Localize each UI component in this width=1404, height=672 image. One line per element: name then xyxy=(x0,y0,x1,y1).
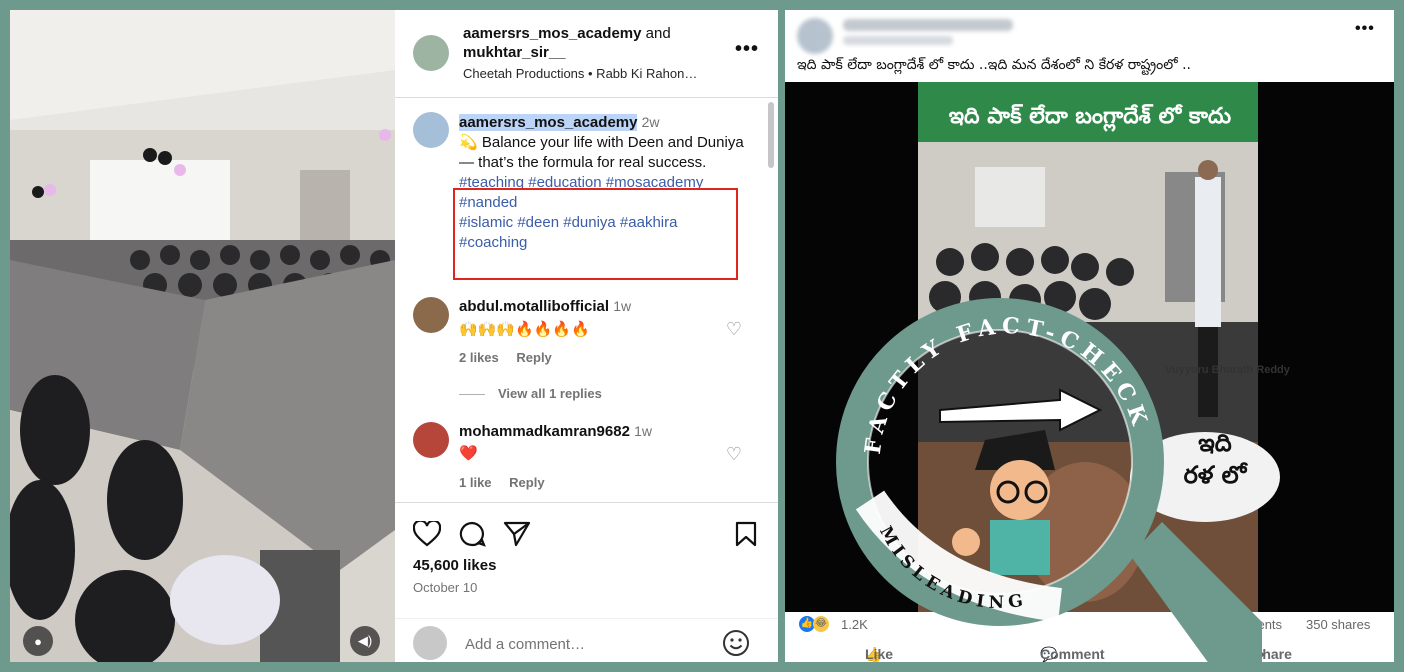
comment-likes[interactable]: 1 like xyxy=(459,475,492,490)
video-banner-text: ఇది పాక్ లేదా బంగ్లాదేశ్ లో కాదు xyxy=(948,104,1232,129)
add-comment-input[interactable]: Add a comment… xyxy=(465,636,585,653)
comment-time: 1w xyxy=(613,298,632,314)
divider xyxy=(459,394,485,395)
caption-time: 2w xyxy=(641,114,660,130)
blurred-post-time xyxy=(843,36,953,45)
comment-bubble-icon[interactable] xyxy=(458,521,486,547)
post-text: ఇది పాక్ లేదా బంగ్లాదేశ్ లో కాదు ..ఇది మ… xyxy=(797,57,1191,73)
add-comment-row: Add a comment… xyxy=(395,618,778,663)
more-options-button[interactable]: ••• xyxy=(1355,20,1375,38)
instagram-video[interactable]: ● ◀) xyxy=(10,10,395,662)
video-bubble-text: ఇది రళ లో xyxy=(1175,427,1255,491)
avatar[interactable] xyxy=(413,35,449,71)
comment-like-icon[interactable]: ♡ xyxy=(726,444,742,465)
comment-meta: 2 likes Reply xyxy=(459,350,552,365)
coauthor-username[interactable]: mukhtar_sir__ xyxy=(463,44,566,61)
hashtag-highlight-box xyxy=(453,188,738,280)
shares-count[interactable]: 350 shares xyxy=(1306,617,1370,632)
share-label: Share xyxy=(1253,646,1292,662)
reply-button[interactable]: Reply xyxy=(509,475,544,490)
scrollbar-thumb[interactable] xyxy=(768,102,774,168)
comment-username-text[interactable]: mohammadkamran9682 xyxy=(459,423,630,440)
video-watermark: Vuyyuru Bharath Reddy xyxy=(1165,364,1290,376)
bubble-line-2: రళ లో xyxy=(1183,461,1247,489)
facebook-video[interactable]: ఇది పాక్ లేదా బంగ్లాదేశ్ లో కాదు Vuyyuru… xyxy=(785,82,1394,612)
comment-text: 🙌🙌🙌🔥🔥🔥🔥 xyxy=(459,321,590,338)
caption-text: 💫 Balance your life with Deen and Duniya… xyxy=(459,134,744,171)
comment-username[interactable]: mohammadkamran9682 1w xyxy=(459,423,652,440)
post-authors: aamersrs_mos_academy and mukhtar_sir__ xyxy=(463,24,671,62)
comment-time: 1w xyxy=(634,423,652,439)
more-options-button[interactable]: ••• xyxy=(735,38,759,61)
instagram-post-panel: aamersrs_mos_academy and mukhtar_sir__ C… xyxy=(395,10,778,662)
comment-label: Comment xyxy=(1040,646,1105,662)
post-header: aamersrs_mos_academy and mukhtar_sir__ C… xyxy=(395,10,778,98)
comment-username-text[interactable]: abdul.motallibofficial xyxy=(459,298,609,315)
comment-text: ❤️ xyxy=(459,445,478,462)
blurred-author-name[interactable] xyxy=(843,19,1013,31)
author-username[interactable]: aamersrs_mos_academy xyxy=(463,25,641,42)
avatar[interactable] xyxy=(413,422,449,458)
post-date: October 10 xyxy=(413,580,478,595)
comments-count[interactable]: 78 comments xyxy=(1204,617,1282,632)
post-actions: 45,600 likes October 10 Add a comment… xyxy=(395,502,778,662)
share-send-icon[interactable] xyxy=(503,521,531,547)
comment-username[interactable]: abdul.motallibofficial 1w xyxy=(459,298,631,315)
reply-button[interactable]: Reply xyxy=(516,350,551,365)
user-tag-button[interactable]: ● xyxy=(23,626,53,656)
avatar xyxy=(413,626,447,660)
comment-likes[interactable]: 2 likes xyxy=(459,350,499,365)
reactions-count[interactable]: 1.2K xyxy=(841,617,868,632)
avatar[interactable] xyxy=(797,18,833,54)
comment-like-icon[interactable]: ♡ xyxy=(726,319,742,340)
caption-username[interactable]: aamersrs_mos_academy xyxy=(459,114,638,131)
like-heart-icon[interactable] xyxy=(413,521,441,547)
save-bookmark-icon[interactable] xyxy=(734,521,758,547)
comments-scrollbar[interactable] xyxy=(765,100,777,492)
view-replies-button[interactable]: View all 1 replies xyxy=(498,386,602,401)
and-text: and xyxy=(645,25,671,42)
bubble-line-1: ఇది xyxy=(1198,429,1232,457)
haha-reaction-icon[interactable]: 😂 xyxy=(813,616,829,632)
avatar[interactable] xyxy=(413,297,449,333)
emoji-icon[interactable] xyxy=(722,629,750,657)
avatar[interactable] xyxy=(413,112,449,148)
post-audio-info[interactable]: Cheetah Productions • Rabb Ki Rahon… xyxy=(463,66,697,81)
comment-meta: 1 like Reply xyxy=(459,475,545,490)
post-action-bar: 👍 Like 💬 Comment ↪ Share xyxy=(785,636,1394,662)
volume-button[interactable]: ◀) xyxy=(350,626,380,656)
like-label: Like xyxy=(865,646,894,662)
likes-count[interactable]: 45,600 likes xyxy=(413,557,496,574)
post-stats: 👍 😂 1.2K 78 comments 350 shares xyxy=(785,612,1394,636)
facebook-post: ••• ఇది పాక్ లేదా బంగ్లాదేశ్ లో కాదు ..ఇ… xyxy=(785,10,1394,662)
